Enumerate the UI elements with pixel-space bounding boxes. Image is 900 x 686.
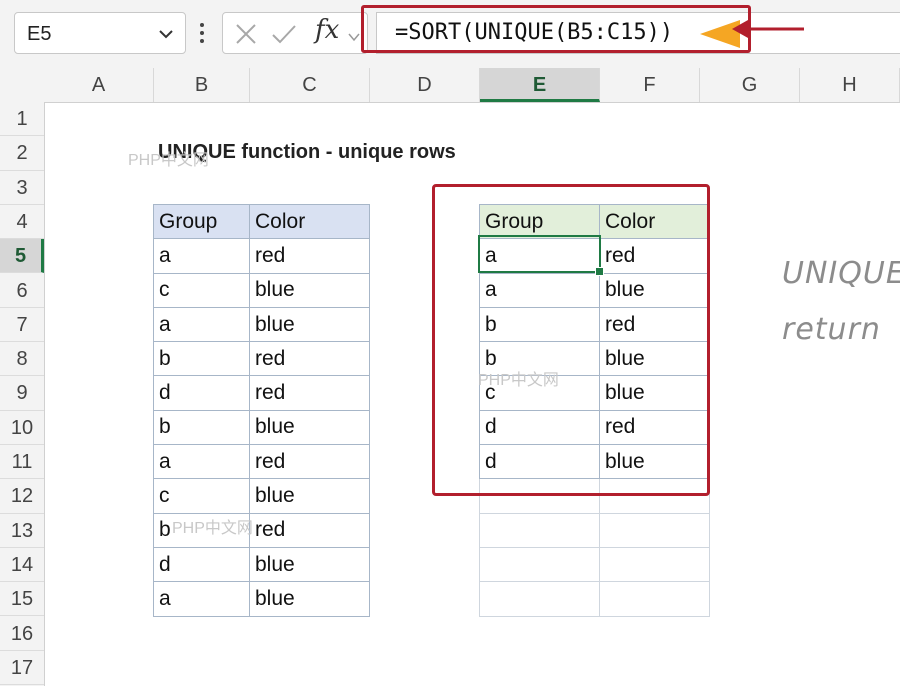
table-cell[interactable]: blue (249, 478, 370, 514)
note-line-2: return (782, 312, 881, 347)
row-header-12[interactable]: 12 (0, 479, 44, 514)
table-cell[interactable]: blue (249, 409, 370, 446)
row-header-13[interactable]: 13 (0, 514, 44, 548)
column-header-e[interactable]: E (480, 68, 600, 102)
source-table: Group Color a red c blue a blue b red d red b blue a re… (153, 203, 370, 617)
row-header-5[interactable]: 5 (0, 239, 44, 274)
table-cell[interactable]: red (249, 375, 370, 411)
formula-actions: fx (222, 12, 368, 54)
table-cell[interactable]: red (249, 444, 370, 480)
row-header-16[interactable]: 16 (0, 617, 44, 651)
table-row: b blue (153, 409, 370, 446)
formula-bar: E5 fx =SORT(UNIQUE(B5:C15)) (0, 0, 900, 68)
confirm-check-icon[interactable] (271, 23, 297, 50)
empty-cell[interactable] (599, 581, 710, 617)
column-header-h[interactable]: H (800, 68, 900, 102)
fx-icon[interactable]: fx (315, 15, 339, 45)
vertical-dots-icon[interactable] (198, 22, 206, 49)
cancel-x-icon[interactable] (235, 23, 257, 50)
row-header-8[interactable]: 8 (0, 342, 44, 377)
table-row: a red (153, 238, 370, 274)
table-row: a red (153, 444, 370, 480)
row-header-17[interactable]: 17 (0, 651, 44, 686)
header-cell[interactable]: Color (249, 203, 370, 240)
row-header-9[interactable]: 9 (0, 376, 44, 411)
table-row: c blue (153, 272, 370, 308)
formula-highlight-box (361, 5, 751, 53)
table-cell[interactable]: blue (249, 306, 370, 343)
header-cell[interactable]: Group (153, 203, 250, 240)
empty-row (479, 546, 710, 583)
table-cell[interactable]: red (249, 238, 370, 274)
table-row: a blue (153, 306, 370, 343)
table-cell[interactable]: a (153, 306, 250, 343)
row-header-14[interactable]: 14 (0, 548, 44, 583)
row-header-2[interactable]: 2 (0, 136, 44, 171)
row-header-7[interactable]: 7 (0, 308, 44, 343)
table-header-row: Group Color (153, 203, 370, 240)
table-row: a blue (153, 581, 370, 617)
column-header-c[interactable]: C (250, 68, 370, 102)
table-cell[interactable]: red (249, 512, 370, 548)
row-header-4[interactable]: 4 (0, 205, 44, 240)
empty-cell[interactable] (479, 512, 600, 548)
table-cell[interactable]: b (153, 341, 250, 377)
empty-cell[interactable] (599, 512, 710, 548)
empty-row (479, 581, 710, 617)
watermark: PHP中文网 (172, 520, 253, 537)
table-cell[interactable]: b (153, 409, 250, 446)
row-header-3[interactable]: 3 (0, 171, 44, 205)
column-header-g[interactable]: G (700, 68, 800, 102)
empty-cell[interactable] (599, 546, 710, 583)
column-header-f[interactable]: F (600, 68, 700, 102)
row-header-1[interactable]: 1 (0, 102, 44, 137)
row-header-15[interactable]: 15 (0, 582, 44, 617)
empty-cell[interactable] (479, 546, 600, 583)
empty-row (479, 512, 710, 548)
row-header-6[interactable]: 6 (0, 274, 44, 308)
table-row: d red (153, 375, 370, 411)
watermark: PHP中文网 (478, 372, 559, 389)
row-header-column: 1 2 3 4 5 6 7 8 9 10 11 12 13 14 15 16 17 (0, 102, 45, 686)
table-cell[interactable]: a (153, 238, 250, 274)
note-line-1: UNIQUE (782, 256, 900, 291)
table-cell[interactable]: blue (249, 546, 370, 583)
table-cell[interactable]: a (153, 444, 250, 480)
chevron-down-icon[interactable] (157, 25, 175, 48)
name-box[interactable]: E5 (14, 12, 186, 54)
table-cell[interactable]: blue (249, 272, 370, 308)
chevron-down-icon[interactable] (347, 29, 361, 47)
table-cell[interactable]: blue (249, 581, 370, 617)
table-cell[interactable]: c (153, 478, 250, 514)
watermark: PHP中文网 (128, 152, 209, 169)
table-cell[interactable]: a (153, 581, 250, 617)
table-row: d blue (153, 546, 370, 583)
column-header-a[interactable]: A (44, 68, 154, 102)
name-box-value: E5 (27, 23, 52, 45)
column-header-row: ABCDEFGH (0, 68, 900, 103)
table-cell[interactable]: d (153, 375, 250, 411)
column-header-d[interactable]: D (370, 68, 480, 102)
table-cell[interactable]: red (249, 341, 370, 377)
table-cell[interactable]: c (153, 272, 250, 308)
pointer-arrow-icon (700, 20, 804, 48)
column-header-b[interactable]: B (154, 68, 250, 102)
result-highlight-box (432, 184, 710, 496)
table-cell[interactable]: d (153, 546, 250, 583)
empty-cell[interactable] (479, 581, 600, 617)
row-header-11[interactable]: 11 (0, 445, 44, 480)
table-row: b red (153, 341, 370, 377)
row-header-10[interactable]: 10 (0, 411, 44, 445)
table-row: c blue (153, 478, 370, 514)
